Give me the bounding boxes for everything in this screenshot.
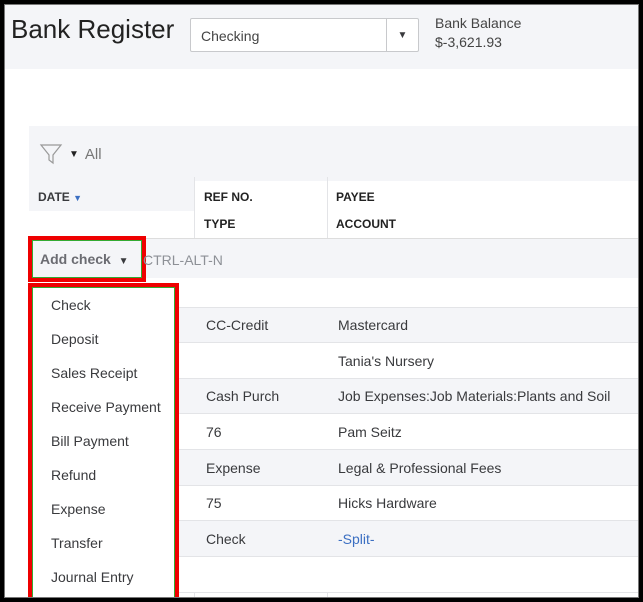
menu-item-check[interactable]: Check: [33, 288, 174, 322]
menu-item-bill-payment[interactable]: Bill Payment: [33, 424, 174, 458]
caret-down-icon: ▼: [118, 256, 129, 267]
header: Bank Register Checking ▼ Bank Balance $-…: [5, 5, 638, 69]
ref-type-cell: Check: [206, 530, 246, 547]
filter-button[interactable]: ▼ All: [39, 142, 102, 166]
filter-label: All: [84, 145, 102, 163]
payee-account-cell: Tania's Nursery: [338, 352, 435, 369]
menu-item-receive-payment[interactable]: Receive Payment: [33, 390, 174, 424]
payee-account-cell: Legal & Professional Fees: [338, 459, 502, 476]
table-header: DATE ▼ REF NO. TYPE PAYEE ACCOUNT: [29, 181, 638, 238]
menu-item-expense[interactable]: Expense: [33, 492, 174, 526]
payee-account-cell: Job Expenses:Job Materials:Plants and So…: [338, 388, 611, 404]
bank-balance-value: $-3,621.93: [435, 34, 502, 50]
column-date[interactable]: DATE ▼: [29, 181, 194, 211]
menu-item-deposit[interactable]: Deposit: [33, 322, 174, 356]
payee-account-cell[interactable]: -Split-: [338, 531, 375, 547]
ref-type-cell: CC-Credit: [206, 317, 269, 333]
add-transaction-menu: Check Deposit Sales Receipt Receive Payment…: [28, 283, 179, 597]
add-check-button[interactable]: Add check ▼: [28, 236, 146, 282]
column-payee[interactable]: PAYEE: [336, 190, 375, 204]
menu-item-transfer[interactable]: Transfer: [33, 526, 174, 560]
add-check-label: Add check: [40, 251, 111, 267]
sort-icon: ▼: [73, 193, 83, 203]
account-select[interactable]: Checking ▼: [190, 18, 419, 52]
page-title: Bank Register: [11, 14, 175, 44]
column-type[interactable]: TYPE: [204, 217, 235, 231]
ref-type-cell: Expense: [206, 459, 261, 476]
ref-type-cell: 75: [206, 495, 222, 511]
filter-bar: [29, 126, 638, 181]
bank-register-window: Bank Register Checking ▼ Bank Balance $-…: [4, 4, 639, 598]
ref-type-cell: Cash Purch: [206, 388, 280, 404]
caret-down-icon: ▼: [69, 148, 79, 160]
funnel-icon: [39, 144, 63, 165]
date-header-label: DATE: [38, 190, 70, 204]
ref-type-cell: 76: [206, 423, 222, 440]
account-value: Checking: [201, 28, 260, 44]
bank-balance: Bank Balance $-3,621.93: [435, 14, 521, 52]
column-account[interactable]: ACCOUNT: [336, 217, 396, 231]
menu-item-journal-entry[interactable]: Journal Entry: [33, 560, 174, 594]
payee-account-cell: Pam Seitz: [338, 423, 402, 440]
menu-item-refund[interactable]: Refund: [33, 458, 174, 492]
payee-account-cell: Mastercard: [338, 317, 409, 333]
column-ref[interactable]: REF NO.: [204, 190, 253, 204]
bank-balance-label: Bank Balance: [435, 15, 522, 31]
menu-item-sales-receipt[interactable]: Sales Receipt: [33, 356, 174, 390]
shortcut-hint: CTRL-ALT-N: [143, 252, 223, 268]
payee-account-cell: Hicks Hardware: [338, 495, 437, 511]
chevron-down-icon[interactable]: ▼: [386, 19, 418, 51]
